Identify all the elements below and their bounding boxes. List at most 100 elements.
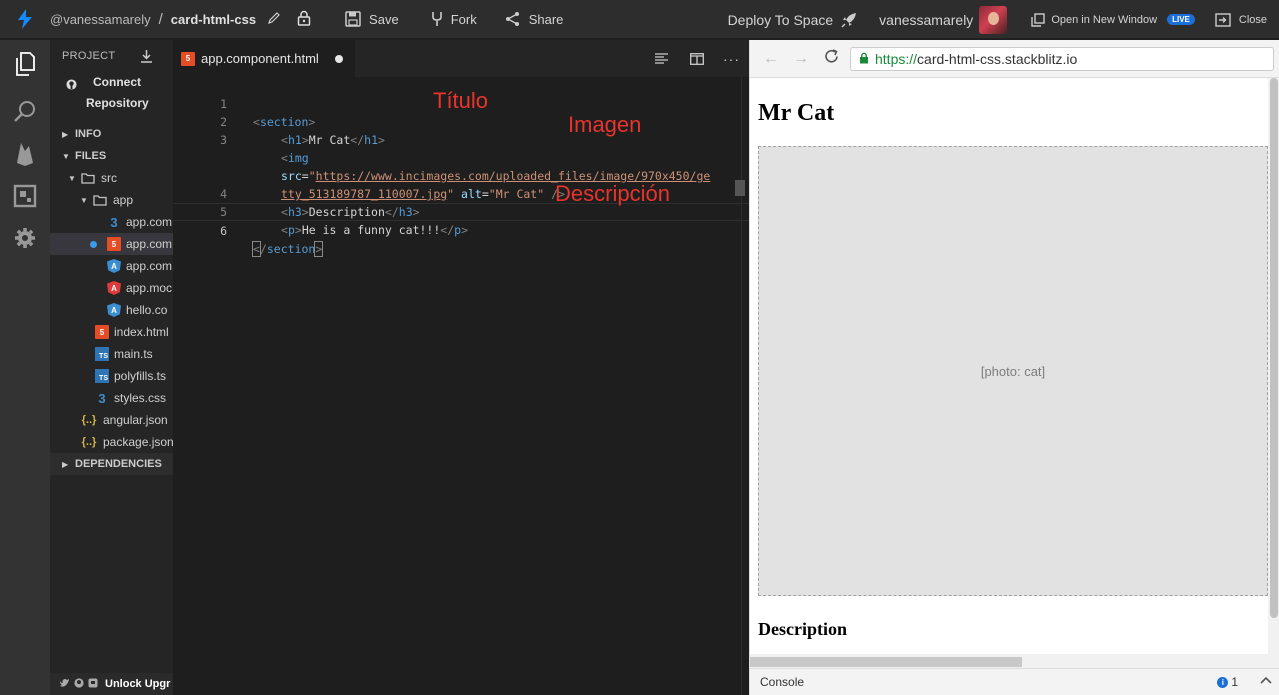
more-actions-icon[interactable]: ··· [714, 51, 749, 67]
tree-file-polyfills-ts[interactable]: TS polyfills.ts [50, 365, 173, 387]
preview-horizontal-scrollbar[interactable] [750, 654, 1268, 668]
fork-label: Fork [450, 11, 477, 27]
unsaved-dot-icon[interactable] [334, 54, 343, 63]
tree-label: index.html [114, 325, 169, 339]
tree-file-package-json[interactable]: {..} package.json [50, 431, 173, 453]
tab-label: app.component.html [201, 51, 319, 66]
open-new-window-label: Open in New Window [1051, 13, 1158, 26]
stackblitz-logo-icon[interactable] [0, 0, 50, 39]
fork-button[interactable]: Fork [431, 11, 477, 27]
tree-file-hello-component-ts[interactable]: A hello.co [50, 299, 173, 321]
deploy-button[interactable]: Deploy To Space [728, 12, 858, 28]
chevron-down-icon: ▼ [62, 151, 70, 161]
tree-label: src [101, 171, 117, 185]
forward-arrow-icon[interactable]: → [786, 50, 816, 68]
share-button[interactable]: Share [505, 11, 563, 27]
scrollbar-thumb[interactable] [1270, 78, 1278, 618]
extensions-icon[interactable] [0, 176, 50, 216]
format-lines-icon[interactable] [644, 53, 679, 64]
chevron-down-icon: ▼ [80, 195, 88, 205]
save-button[interactable]: Save [345, 11, 399, 27]
firebase-icon[interactable] [0, 134, 50, 174]
close-preview-button[interactable]: Close [1215, 12, 1267, 27]
tree-file-app-module-ts[interactable]: A app.moc [50, 277, 173, 299]
html-file-icon: 5 [95, 325, 109, 339]
info-label: INFO [75, 128, 102, 140]
tree-folder-src[interactable]: ▼ src [50, 167, 173, 189]
url-bar[interactable]: https:// card-html-css.stackblitz.io [850, 47, 1274, 71]
code-token: section [266, 242, 316, 256]
files-section-header[interactable]: ▼ FILES [50, 145, 173, 167]
explorer-icon[interactable] [0, 44, 50, 84]
rocket-icon [841, 12, 857, 27]
file-explorer: PROJECT Connect Repository ▶ INFO ▼ FILE… [50, 40, 173, 695]
chevron-right-icon: ▶ [62, 129, 69, 139]
tab-app-component-html[interactable]: 5 app.component.html [173, 40, 355, 77]
info-section-header[interactable]: ▶ INFO [50, 123, 173, 145]
preview-vertical-scrollbar[interactable] [1268, 78, 1279, 668]
tree-label: angular.json [103, 413, 168, 427]
settings-gear-icon[interactable] [0, 218, 50, 258]
breadcrumb-separator: / [158, 10, 163, 28]
edit-pencil-icon[interactable] [268, 11, 281, 27]
code-editor: 5 app.component.html ··· 1 <section> 2 <… [173, 40, 749, 695]
tree-file-styles-css[interactable]: 3 styles.css [50, 387, 173, 409]
tree-label: app.com [126, 237, 173, 251]
url-protocol: https:// [875, 51, 918, 67]
tree-file-app-component-ts[interactable]: A app.com [50, 255, 173, 277]
twitter-icon[interactable] [59, 678, 70, 691]
editor-scrollbar-thumb[interactable] [735, 180, 745, 196]
search-icon[interactable] [0, 92, 50, 132]
github-icon[interactable] [74, 677, 84, 691]
tree-label: polyfills.ts [114, 369, 167, 383]
info-icon: i [1217, 676, 1229, 688]
tree-folder-app[interactable]: ▼ app [50, 189, 173, 211]
connect-repository-button[interactable]: Connect Repository [50, 72, 173, 114]
download-icon[interactable] [140, 49, 153, 66]
back-arrow-icon[interactable]: ← [756, 50, 786, 68]
folder-open-icon [92, 193, 108, 207]
files-label: FILES [75, 150, 107, 162]
tree-label: styles.css [114, 391, 167, 405]
angular-component-icon: A [107, 259, 121, 273]
owner-link[interactable]: @vanessamarely [50, 12, 151, 27]
share-icon [505, 12, 519, 26]
scrollbar-thumb[interactable] [750, 657, 1022, 667]
angular-module-icon: A [107, 281, 121, 295]
tree-file-index-html[interactable]: 5 index.html [50, 321, 173, 343]
tree-file-app-component-css[interactable]: 3 app.com [50, 211, 173, 233]
info-count: 1 [1231, 675, 1238, 689]
tree-file-angular-json[interactable]: {..} angular.json [50, 409, 173, 431]
project-name[interactable]: card-html-css [171, 12, 256, 27]
html-file-icon: 5 [181, 51, 195, 66]
user-menu[interactable]: vanessamarely [879, 5, 1008, 34]
split-editor-icon[interactable] [679, 52, 714, 65]
discord-icon[interactable] [88, 678, 98, 691]
console-info-count[interactable]: i 1 [1217, 675, 1238, 689]
preview-viewport: Mr Cat [photo: cat] Description [750, 78, 1268, 668]
code-token: He is a funny cat!!! [301, 223, 441, 237]
open-new-window-button[interactable]: Open in New Window LIVE [1031, 12, 1195, 27]
tree-file-main-ts[interactable]: TS main.ts [50, 343, 173, 365]
reload-icon[interactable] [816, 48, 846, 69]
chevron-up-icon[interactable] [1260, 673, 1272, 687]
chevron-down-icon: ▼ [68, 173, 76, 183]
console-bar[interactable]: Console i 1 [750, 668, 1279, 695]
html-file-icon: 5 [107, 237, 121, 251]
console-label: Console [760, 675, 805, 689]
top-bar: @vanessamarely / card-html-css Save Fork… [0, 0, 1279, 39]
dependencies-section-header[interactable]: ▶ DEPENDENCIES [50, 453, 173, 475]
image-placeholder-label: [photo: cat] [980, 363, 1046, 379]
annotation-titulo: Título [433, 88, 489, 113]
secure-lock-icon [859, 51, 869, 67]
dependencies-label: DEPENDENCIES [75, 458, 162, 470]
tree-label: app.moc [126, 281, 173, 295]
unlock-upgrade-link[interactable]: Unlock Upgr [105, 678, 170, 690]
tree-label: package.json [103, 435, 173, 449]
css-file-icon: 3 [110, 214, 118, 230]
preview-cat-image: [photo: cat] [758, 146, 1268, 596]
live-badge: LIVE [1167, 14, 1195, 25]
tree-file-app-component-html[interactable]: 5 app.com [50, 233, 173, 255]
tree-label: app [113, 193, 134, 207]
lock-icon[interactable] [297, 10, 311, 29]
